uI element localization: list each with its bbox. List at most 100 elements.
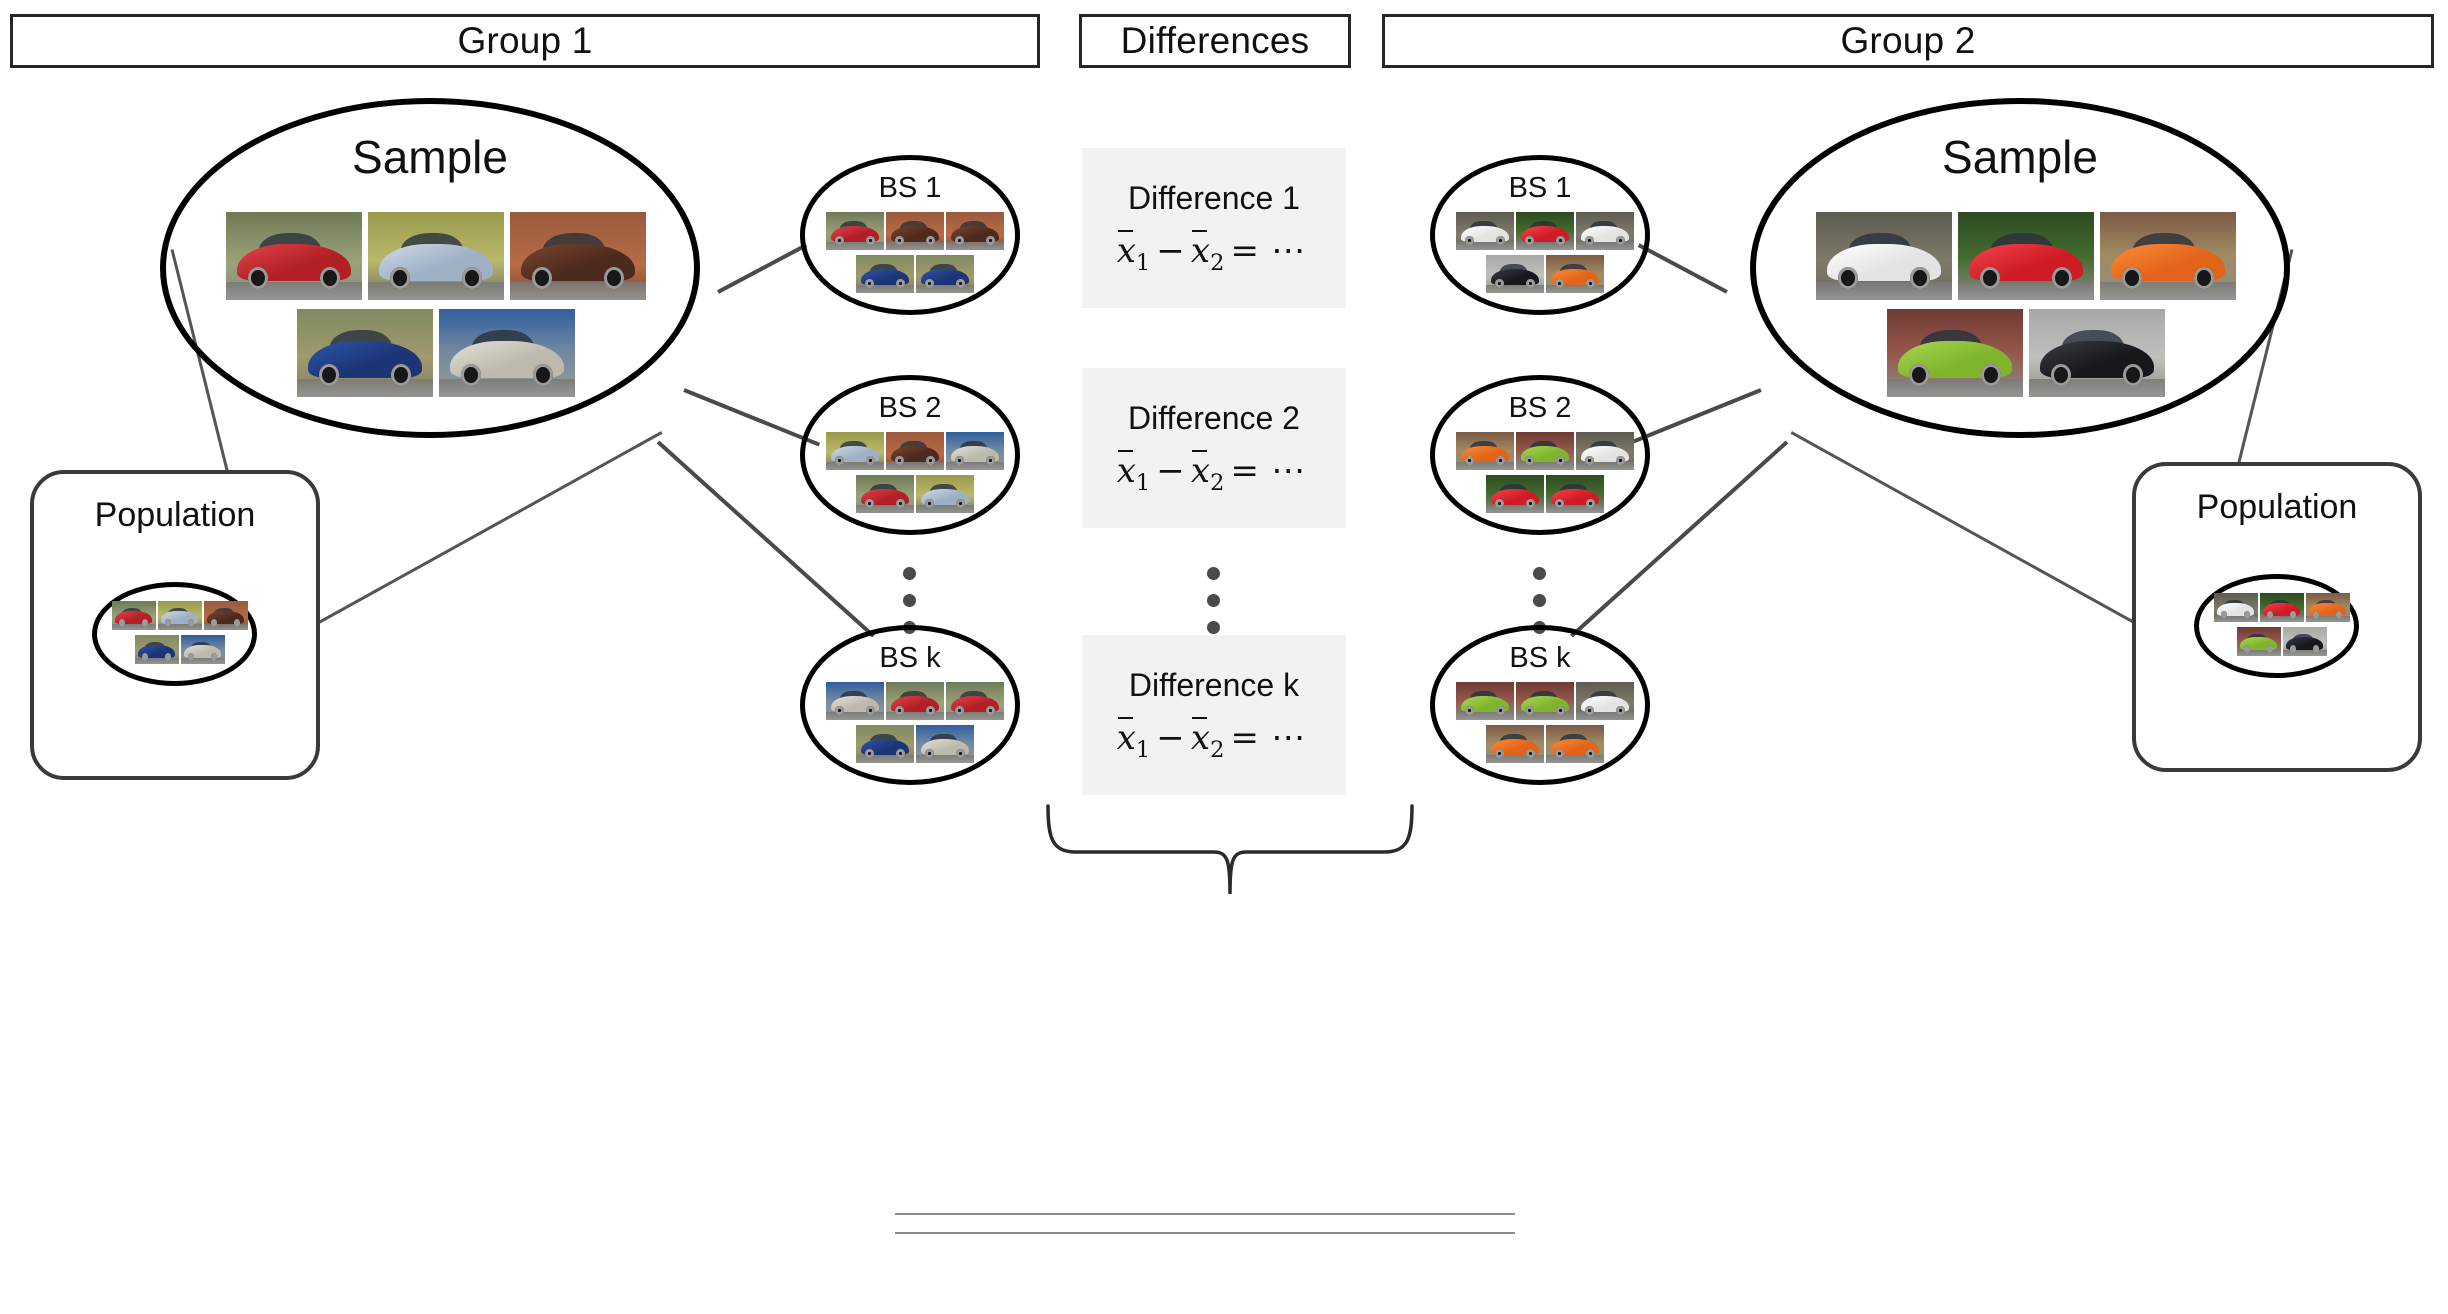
car-row [109,635,250,664]
g2-sample-cars [1781,212,2271,397]
car-photo [2100,212,2236,300]
g1-bs-k-label: BS k [879,642,941,674]
xbar2-sub: 2 [1210,469,1225,496]
histogram-x-axis [895,1232,1515,1278]
car-photo [1576,212,1634,250]
difference-1-formula: x1− x2 = ⋯ [1116,229,1312,276]
g2-bs-2-ellipse: BS 2 [1430,375,1650,535]
car-photo [916,255,974,293]
car-photo [1576,432,1634,470]
xbar2-sub: 2 [1210,736,1225,763]
g1-population-sample-ellipse [92,582,257,686]
car-photo [946,432,1004,470]
car-row [823,432,1007,470]
xbar1-sub: 1 [1135,736,1151,763]
xbar1-sub: 1 [1135,469,1151,496]
car-row [2211,627,2352,656]
car-row [1453,432,1637,470]
g2-bs-k-cars [1453,682,1637,763]
minus-op: − [1156,718,1185,759]
car-photo [886,432,944,470]
connector-g1-sample-to-bs1 [717,243,808,294]
car-photo [826,432,884,470]
g1-bs-1-label: BS 1 [878,172,942,204]
car-photo [1486,475,1544,513]
car-photo [1958,212,2094,300]
header-group2-label: Group 2 [1840,20,1976,61]
car-photo [180,635,225,664]
car-photo [916,475,974,513]
g2-bs-1-cars [1453,212,1637,293]
car-row [191,212,681,300]
car-photo [1456,682,1514,720]
car-photo [510,212,646,300]
header-group1: Group 1 [10,14,1040,68]
connector-g1-population-to-sample-2 [289,431,663,640]
car-photo [297,309,433,397]
g2-population-sample-cars [2211,593,2352,656]
car-row [823,725,1007,763]
g1-bs-2-label: BS 2 [878,392,942,424]
g1-population-box: Population [30,470,320,780]
g2-bs-1-label: BS 1 [1508,172,1572,204]
g2-population-label: Population [2196,488,2358,526]
car-photo [1486,255,1544,293]
car-row [109,601,250,630]
car-row [823,475,1007,513]
g2-sample-label: Sample [1942,131,2098,183]
minus-op: − [1156,231,1185,272]
xbar1-sub: 1 [1135,249,1151,276]
equals-op: = [1230,231,1259,272]
minus-op: − [1156,451,1185,492]
rhs-ellipsis: ⋯ [1271,718,1306,759]
g2-population-sample-ellipse [2194,574,2359,678]
car-photo [946,682,1004,720]
header-differences-label: Differences [1120,20,1310,61]
g1-sample-ellipse: Sample [160,98,700,438]
car-row [191,309,681,397]
difference-2-formula: x1− x2 = ⋯ [1117,449,1312,496]
equals-op: = [1230,451,1259,492]
car-photo [2236,627,2281,656]
car-photo [826,212,884,250]
car-photo [157,601,202,630]
bootstrap-difference-histogram [895,910,1515,1215]
difference-2-label: Difference 2 [1128,400,1300,437]
histogram-axis-rule [895,1232,1515,1234]
xbar1: x [1116,229,1136,272]
car-photo [886,682,944,720]
car-photo [368,212,504,300]
car-photo [916,725,974,763]
diagram-canvas: Group 1 Differences Group 2 Sample Popul… [0,0,2448,1314]
header-group1-label: Group 1 [457,20,593,61]
difference-1-label: Difference 1 [1128,180,1300,217]
car-row [1453,212,1637,250]
car-photo [1456,212,1514,250]
g1-bs-k-cars [823,682,1007,763]
g1-bs-1-ellipse: BS 1 [800,155,1020,315]
car-row [1781,309,2271,397]
g2-bs-1-ellipse: BS 1 [1430,155,1650,315]
car-photo [1486,725,1544,763]
car-photo [1516,432,1574,470]
car-photo [1576,682,1634,720]
car-photo [111,601,156,630]
car-photo [1816,212,1952,300]
car-row [1453,725,1637,763]
difference-2-box: Difference 2 x1− x2 = ⋯ [1082,368,1346,528]
xbar2-sub: 2 [1210,249,1225,276]
car-photo [134,635,179,664]
curly-brace-icon [1046,804,1414,895]
car-photo [2213,593,2258,622]
car-row [1781,212,2271,300]
g1-population-sample-cars [109,601,250,664]
car-photo [1546,255,1604,293]
car-photo [946,212,1004,250]
car-photo [1546,725,1604,763]
g1-sample-label: Sample [352,131,508,183]
differences-ellipsis [1207,560,1220,641]
car-photo [2282,627,2327,656]
g2-sample-ellipse: Sample [1750,98,2290,438]
car-photo [856,725,914,763]
car-photo [826,682,884,720]
